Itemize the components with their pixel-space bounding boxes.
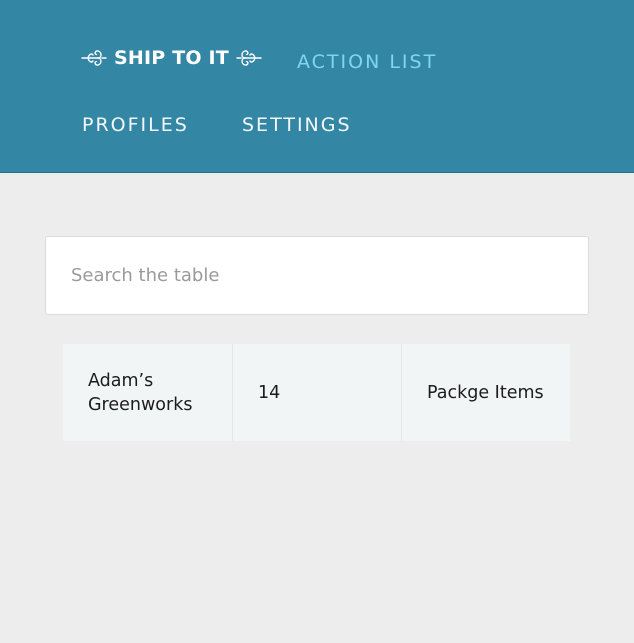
table-cell-count[interactable]: 14 xyxy=(232,344,401,441)
nav-profiles[interactable]: PROFILES xyxy=(82,114,189,136)
top-nav-bar: SHIP TO IT ACTION LIST PROFILES SETTINGS xyxy=(0,0,634,173)
nav-settings[interactable]: SETTINGS xyxy=(242,114,352,136)
flourish-left-icon xyxy=(80,45,108,71)
table-cell-items[interactable]: Packge Items xyxy=(401,344,570,441)
data-table: Adam’s Greenworks 14 Packge Items xyxy=(63,344,571,441)
logo[interactable]: SHIP TO IT xyxy=(80,42,263,74)
flourish-right-icon xyxy=(235,45,263,71)
search-box xyxy=(45,236,589,315)
logo-text: SHIP TO IT xyxy=(114,47,229,69)
nav-action-list[interactable]: ACTION LIST xyxy=(297,51,437,73)
search-input[interactable] xyxy=(46,237,588,314)
table-cell-name[interactable]: Adam’s Greenworks xyxy=(63,344,232,441)
